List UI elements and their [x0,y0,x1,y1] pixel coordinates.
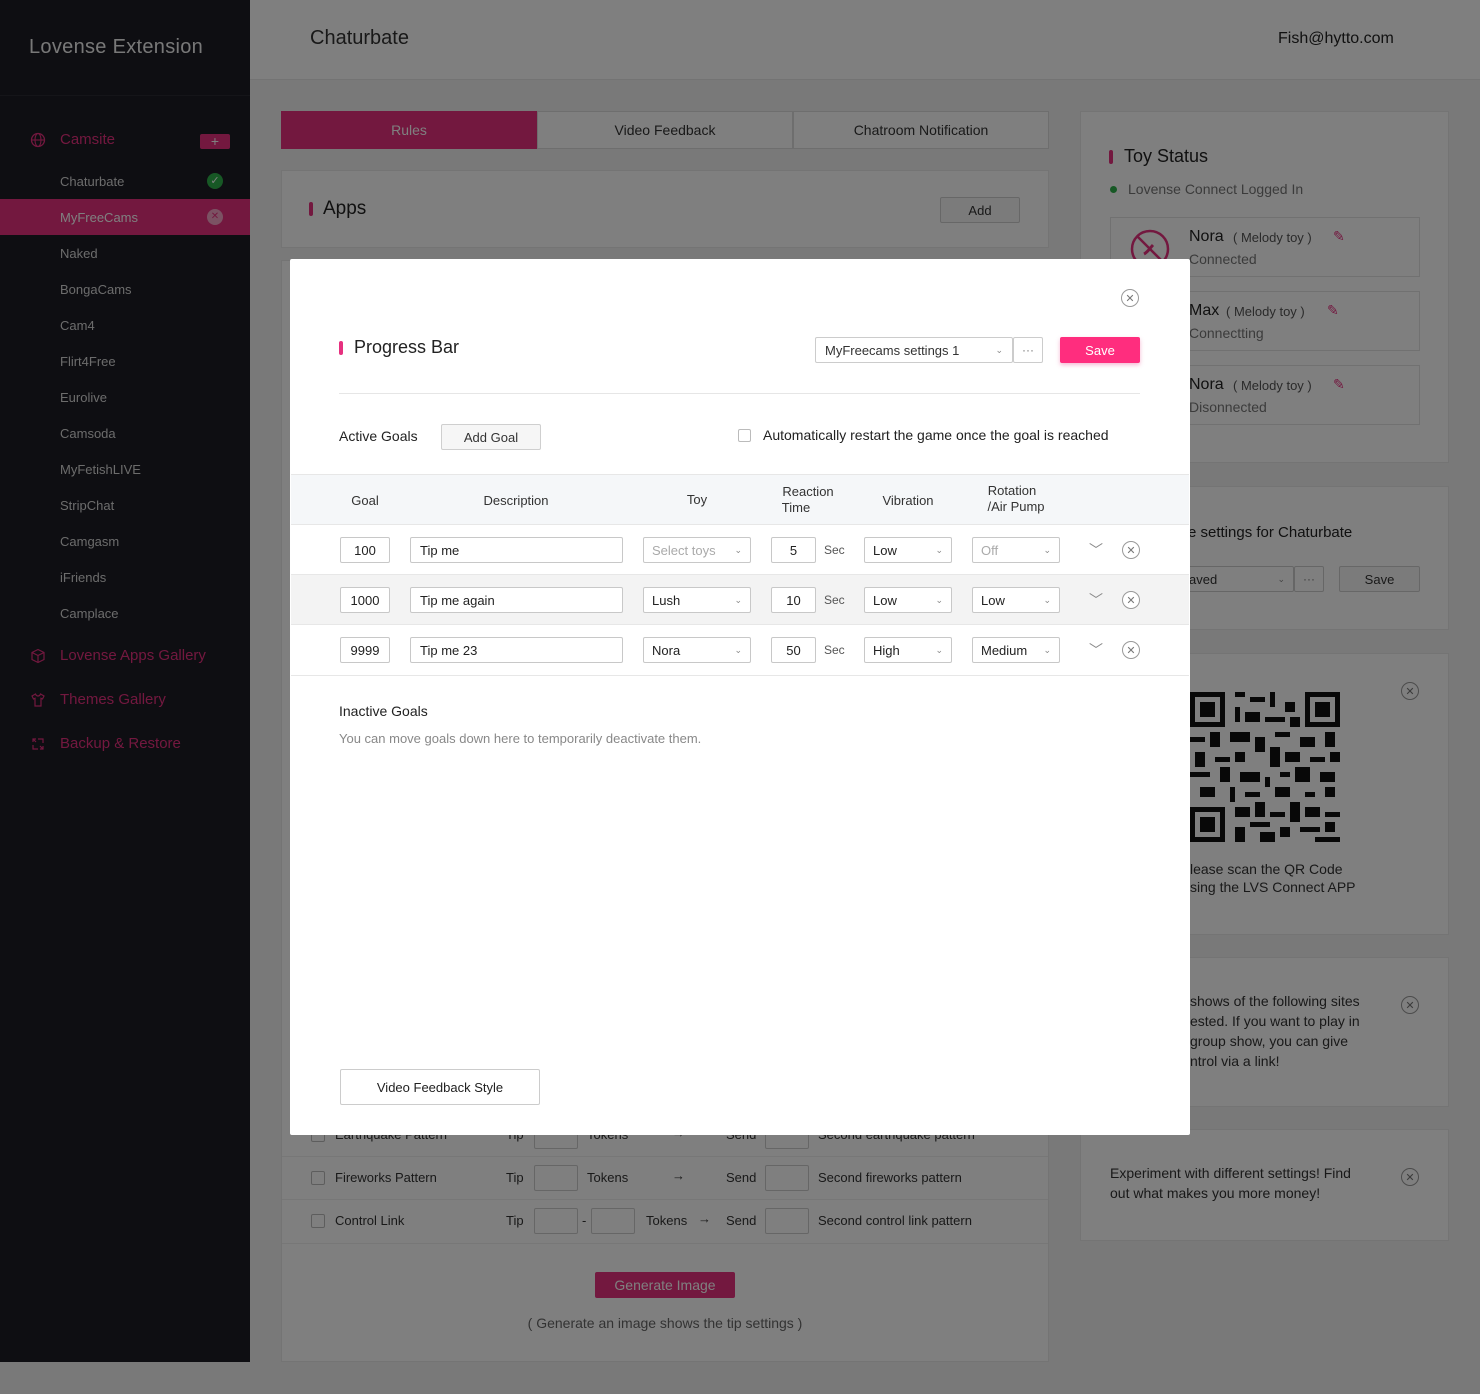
modal-divider [339,393,1140,394]
toy-select-value: Nora [652,642,681,658]
sec-label: Sec [824,643,845,657]
vibration-value: Low [873,542,897,558]
remove-goal-icon[interactable]: ✕ [1122,641,1140,659]
vibration-select[interactable]: Low ⌄ [864,587,952,613]
toy-select[interactable]: Nora ⌄ [643,637,751,663]
chevron-down-icon: ⌄ [734,594,742,605]
rotation-select[interactable]: Low ⌄ [972,587,1060,613]
col-toy: Toy [686,492,708,507]
col-rotation-1: Rotation [987,483,1037,498]
toy-select-value: Lush [652,592,681,608]
close-icon[interactable]: ✕ [1121,289,1139,307]
section-marker [339,341,343,355]
description-input[interactable]: Tip me 23 [410,637,623,663]
sec-label: Sec [824,543,845,557]
vibration-value: Low [873,592,897,608]
chevron-down-icon: ⌄ [1043,644,1051,655]
chevron-down-icon: ⌄ [1043,594,1051,605]
goal-input[interactable]: 9999 [340,637,390,663]
goal-input[interactable]: 1000 [340,587,390,613]
modal-title: Progress Bar [354,337,460,357]
description-input[interactable]: Tip me [410,537,623,563]
chevron-down-icon: ⌄ [935,644,943,655]
description-input[interactable]: Tip me again [410,587,623,613]
col-description: Description [483,493,549,508]
active-goals-label: Active Goals [339,428,418,444]
vibration-select[interactable]: High ⌄ [864,637,952,663]
move-down-icon[interactable]: ﹀ [1089,540,1103,560]
goal-input[interactable]: 100 [340,537,390,563]
rotation-select[interactable]: Medium ⌄ [972,637,1060,663]
chevron-down-icon: ⌄ [935,544,943,555]
move-down-icon[interactable]: ﹀ [1089,640,1103,660]
rotation-value: Low [981,592,1005,608]
chevron-down-icon: ⌄ [734,644,742,655]
video-feedback-style-button[interactable]: Video Feedback Style [340,1069,540,1105]
move-down-icon[interactable]: ﹀ [1089,590,1103,610]
col-reaction-1: Reaction [782,484,834,499]
preset-value: MyFreecams settings 1 [825,342,960,358]
remove-goal-icon[interactable]: ✕ [1122,541,1140,559]
chevron-down-icon: ⌄ [734,544,742,555]
progress-bar-modal [290,259,1190,1135]
toy-select-value: Select toys [652,542,716,558]
rotation-select[interactable]: Off ⌄ [972,537,1060,563]
inactive-goals-label: Inactive Goals [339,703,428,719]
sec-label: Sec [824,593,845,607]
preset-select[interactable]: MyFreecams settings 1 ⌄ [815,337,1013,363]
auto-restart-checkbox[interactable] [738,429,751,442]
preset-more-button[interactable]: ··· [1013,337,1043,363]
col-goal: Goal [351,493,379,508]
chevron-down-icon: ⌄ [995,344,1003,355]
vibration-value: High [873,642,900,658]
modal-save-button[interactable]: Save [1060,337,1140,363]
inactive-goals-hint: You can move goals down here to temporar… [339,731,702,746]
col-reaction-2: Time [781,500,811,515]
reaction-time-input[interactable]: 50 [771,637,816,663]
vibration-select[interactable]: Low ⌄ [864,537,952,563]
col-vibration: Vibration [882,493,934,508]
col-rotation-2: /Air Pump [987,499,1045,514]
rotation-value: Medium [981,642,1028,658]
auto-restart-label: Automatically restart the game once the … [763,427,1109,443]
reaction-time-input[interactable]: 5 [771,537,816,563]
chevron-down-icon: ⌄ [935,594,943,605]
remove-goal-icon[interactable]: ✕ [1122,591,1140,609]
reaction-time-input[interactable]: 10 [771,587,816,613]
add-goal-button[interactable]: Add Goal [441,424,541,450]
rotation-value: Off [981,542,999,558]
chevron-down-icon: ⌄ [1043,544,1051,555]
toy-select[interactable]: Select toys ⌄ [643,537,751,563]
toy-select[interactable]: Lush ⌄ [643,587,751,613]
